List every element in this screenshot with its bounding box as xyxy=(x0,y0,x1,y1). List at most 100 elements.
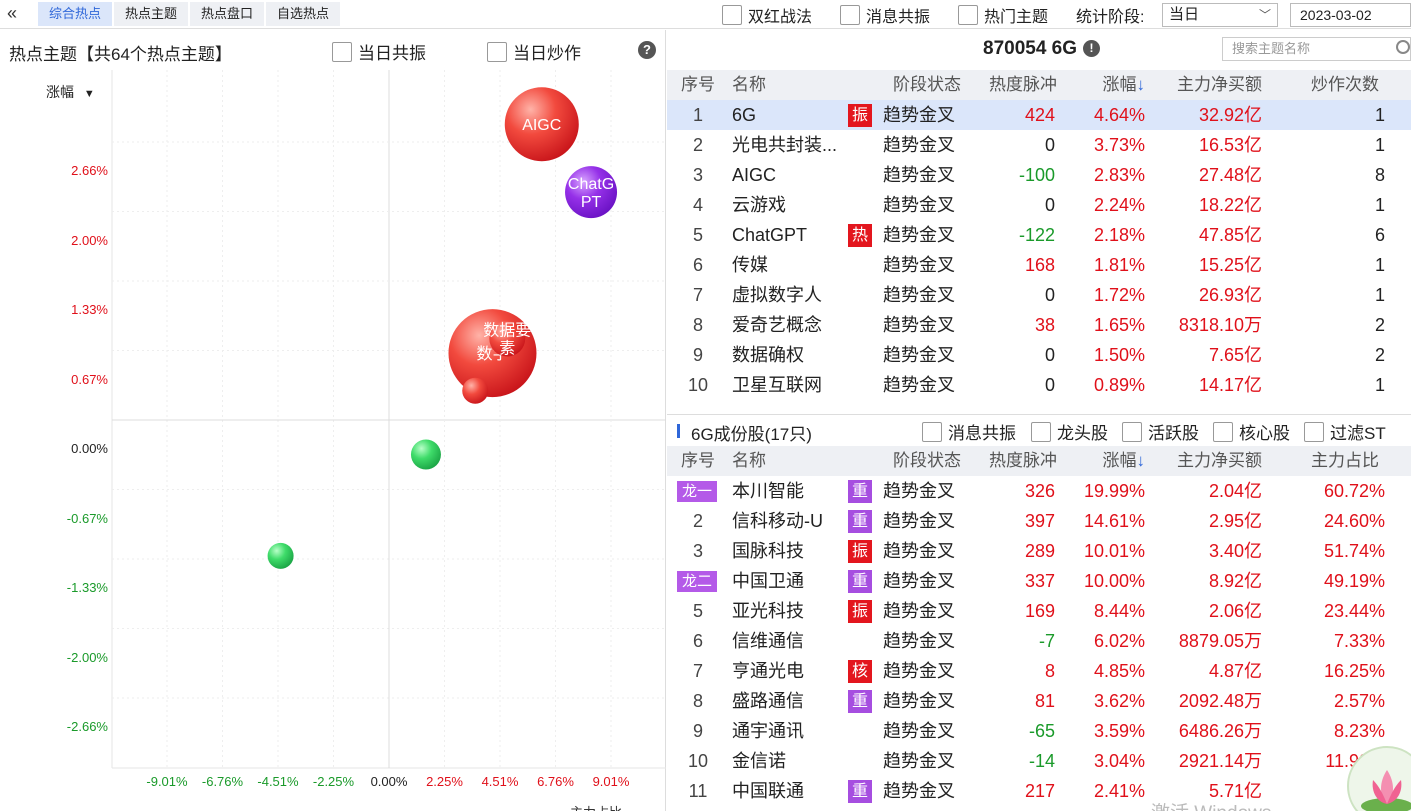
table-row[interactable]: 2 光电共封装... 趋势金叉 0 3.73% 16.53亿 1 xyxy=(667,130,1411,160)
checkbox[interactable] xyxy=(922,421,942,442)
cell-no: 2 xyxy=(692,511,703,531)
checkbox[interactable] xyxy=(1213,421,1233,442)
table-row[interactable]: 5 亚光科技 振趋势金叉 169 8.44% 2.06亿 23.44% xyxy=(667,596,1411,626)
option-day-speculation[interactable]: 当日炒作 xyxy=(487,39,581,64)
table-row[interactable]: 10 卫星互联网 趋势金叉 0 0.89% 14.17亿 1 xyxy=(667,370,1411,400)
table-row[interactable]: 10金信诺趋势金叉-143.04%2921.14万11.90% xyxy=(667,746,1411,776)
column-header[interactable]: 炒作次数 xyxy=(1263,70,1379,100)
theme-search-input[interactable]: 搜索主题名称 xyxy=(1222,37,1411,61)
filter-active[interactable]: 活跃股 xyxy=(1122,419,1199,444)
tab-custom-hot[interactable]: 自选热点 xyxy=(266,2,341,26)
cell-stage: 趋势金叉 xyxy=(883,511,955,531)
cell-net: 8.92亿 xyxy=(1208,571,1262,591)
option-news-resonance[interactable]: 消息共振 xyxy=(840,2,930,28)
accent-bar xyxy=(677,424,680,438)
table-row[interactable]: 6 信维通信 趋势金叉 -7 6.02% 8879.05万 7.33% xyxy=(667,626,1411,656)
table-row[interactable]: 5 ChatGPT 热趋势金叉 -122 2.18% 47.85亿 6 xyxy=(667,220,1411,250)
column-header[interactable]: 主力占比 xyxy=(1263,446,1379,476)
column-header[interactable]: 热度脉冲 xyxy=(967,70,1057,100)
column-header[interactable]: 涨幅↓ xyxy=(1057,446,1146,476)
x-axis-header[interactable]: 主力占比 xyxy=(570,802,622,811)
filter-leader[interactable]: 龙头股 xyxy=(1031,419,1108,444)
filter-core[interactable]: 核心股 xyxy=(1213,419,1290,444)
table-row[interactable]: 9 数据确权 趋势金叉 0 1.50% 7.65亿 2 xyxy=(667,340,1411,370)
table-row[interactable]: 6 传媒 趋势金叉 168 1.81% 15.25亿 1 xyxy=(667,250,1411,280)
info-icon[interactable]: ! xyxy=(1083,40,1101,57)
bubble-label: 数据要 xyxy=(483,321,531,339)
table-row[interactable]: 8 爱奇艺概念 趋势金叉 38 1.65% 8318.10万 2 xyxy=(667,310,1411,340)
cell-times: 1 xyxy=(1374,255,1385,275)
table-row[interactable]: 8 盛路通信 重趋势金叉 81 3.62% 2092.48万 2.57% xyxy=(667,686,1411,716)
stat-stage-select[interactable]: 当日 ﹀ xyxy=(1162,3,1278,27)
option-hot-themes[interactable]: 热门主题 xyxy=(958,2,1048,28)
cell-heat: 168 xyxy=(1024,255,1055,275)
checkbox[interactable] xyxy=(1031,421,1051,442)
cell-name: 国脉科技 xyxy=(732,541,804,561)
cell-heat: 397 xyxy=(1024,511,1055,531)
cell-name: 中国卫通 xyxy=(732,571,804,591)
table-row[interactable]: 7 虚拟数字人 趋势金叉 0 1.72% 26.93亿 1 xyxy=(667,280,1411,310)
search-icon[interactable] xyxy=(1396,40,1410,54)
x-tick-label: 9.01% xyxy=(592,774,630,789)
cell-stage: 趋势金叉 xyxy=(883,601,955,621)
column-header[interactable]: 序号 xyxy=(667,446,729,476)
column-header[interactable]: 主力净买额 xyxy=(1145,446,1262,476)
collapse-double-chevron-icon[interactable]: « xyxy=(7,3,17,24)
table-row[interactable]: 4 云游戏 趋势金叉 0 2.24% 18.22亿 1 xyxy=(667,190,1411,220)
cell-name: 本川智能 xyxy=(732,481,804,501)
checkbox[interactable] xyxy=(722,5,742,25)
checkbox[interactable] xyxy=(1304,421,1324,442)
tab-hot-themes[interactable]: 热点主题 xyxy=(114,2,189,26)
table-row[interactable]: 2 信科移动-U 重趋势金叉 397 14.61% 2.95亿 24.60% xyxy=(667,506,1411,536)
column-header[interactable]: 序号 xyxy=(667,70,729,100)
column-header[interactable]: 名称 xyxy=(732,70,872,100)
table-row[interactable]: 11中国联通重趋势金叉2172.41%5.71亿8.9 xyxy=(667,776,1411,806)
cell-times: 1 xyxy=(1374,135,1385,155)
cell-heat: 0 xyxy=(1044,135,1055,155)
cell-net: 2921.14万 xyxy=(1178,751,1262,771)
table-row[interactable]: 9 通宇通讯 趋势金叉 -65 3.59% 6486.26万 8.23% xyxy=(667,716,1411,746)
theme-bubble[interactable] xyxy=(267,542,294,569)
filter-st[interactable]: 过滤ST xyxy=(1304,419,1386,444)
status-badge: 重 xyxy=(848,570,872,593)
cell-no: 4 xyxy=(692,195,703,215)
column-header[interactable]: 热度脉冲 xyxy=(967,446,1057,476)
cell-times: 2 xyxy=(1374,345,1385,365)
table-row[interactable]: 7 亨通光电 核趋势金叉 8 4.85% 4.87亿 16.25% xyxy=(667,656,1411,686)
table-row[interactable]: 3 国脉科技 振趋势金叉 289 10.01% 3.40亿 51.74% xyxy=(667,536,1411,566)
help-icon[interactable]: ? xyxy=(638,41,656,59)
table-row[interactable]: 3 AIGC 趋势金叉 -100 2.83% 27.48亿 8 xyxy=(667,160,1411,190)
checkbox[interactable] xyxy=(840,5,860,25)
theme-table-header: 序号 名称 阶段状态 热度脉冲 涨幅↓ 主力净买额 炒作次数 xyxy=(667,70,1411,100)
theme-bubble[interactable] xyxy=(410,439,441,470)
x-tick-label: -4.51% xyxy=(257,774,299,789)
table-row[interactable]: 龙二 中国卫通 重趋势金叉 337 10.00% 8.92亿 49.19% xyxy=(667,566,1411,596)
cell-stage: 趋势金叉 xyxy=(883,661,955,681)
column-header[interactable]: 名称 xyxy=(732,446,872,476)
cell-heat: -65 xyxy=(1028,721,1055,741)
checkbox[interactable] xyxy=(332,41,352,62)
bubble-label: AIGC xyxy=(522,117,561,134)
column-header[interactable]: 主力净买额 xyxy=(1145,70,1262,100)
cell-name: 6G xyxy=(732,105,757,125)
cell-name: 爱奇艺概念 xyxy=(732,315,822,335)
cell-name: 光电共封装... xyxy=(732,135,838,155)
tab-comprehensive[interactable]: 综合热点 xyxy=(38,2,113,26)
option-day-resonance[interactable]: 当日共振 xyxy=(332,39,426,64)
filter-news[interactable]: 消息共振 xyxy=(922,419,1016,444)
date-field[interactable]: 2023-03-02 xyxy=(1290,3,1411,27)
tab-hot-board[interactable]: 热点盘口 xyxy=(190,2,265,26)
cell-times: 2 xyxy=(1374,315,1385,335)
table-row[interactable]: 龙一 本川智能 重趋势金叉 326 19.99% 2.04亿 60.72% xyxy=(667,476,1411,506)
checkbox[interactable] xyxy=(487,41,507,62)
theme-bubble[interactable] xyxy=(462,377,489,404)
checkbox[interactable] xyxy=(1122,421,1142,442)
checkbox[interactable] xyxy=(958,5,978,25)
cell-no: 2 xyxy=(692,135,703,155)
column-header[interactable]: 涨幅↓ xyxy=(1057,70,1146,100)
cell-heat: 217 xyxy=(1024,781,1055,801)
option-double-red[interactable]: 双红战法 xyxy=(722,2,812,28)
x-tick-label: 4.51% xyxy=(481,774,519,789)
cell-chg: 3.62% xyxy=(1093,691,1145,711)
table-row[interactable]: 1 6G 振趋势金叉 424 4.64% 32.92亿 1 xyxy=(667,100,1411,130)
